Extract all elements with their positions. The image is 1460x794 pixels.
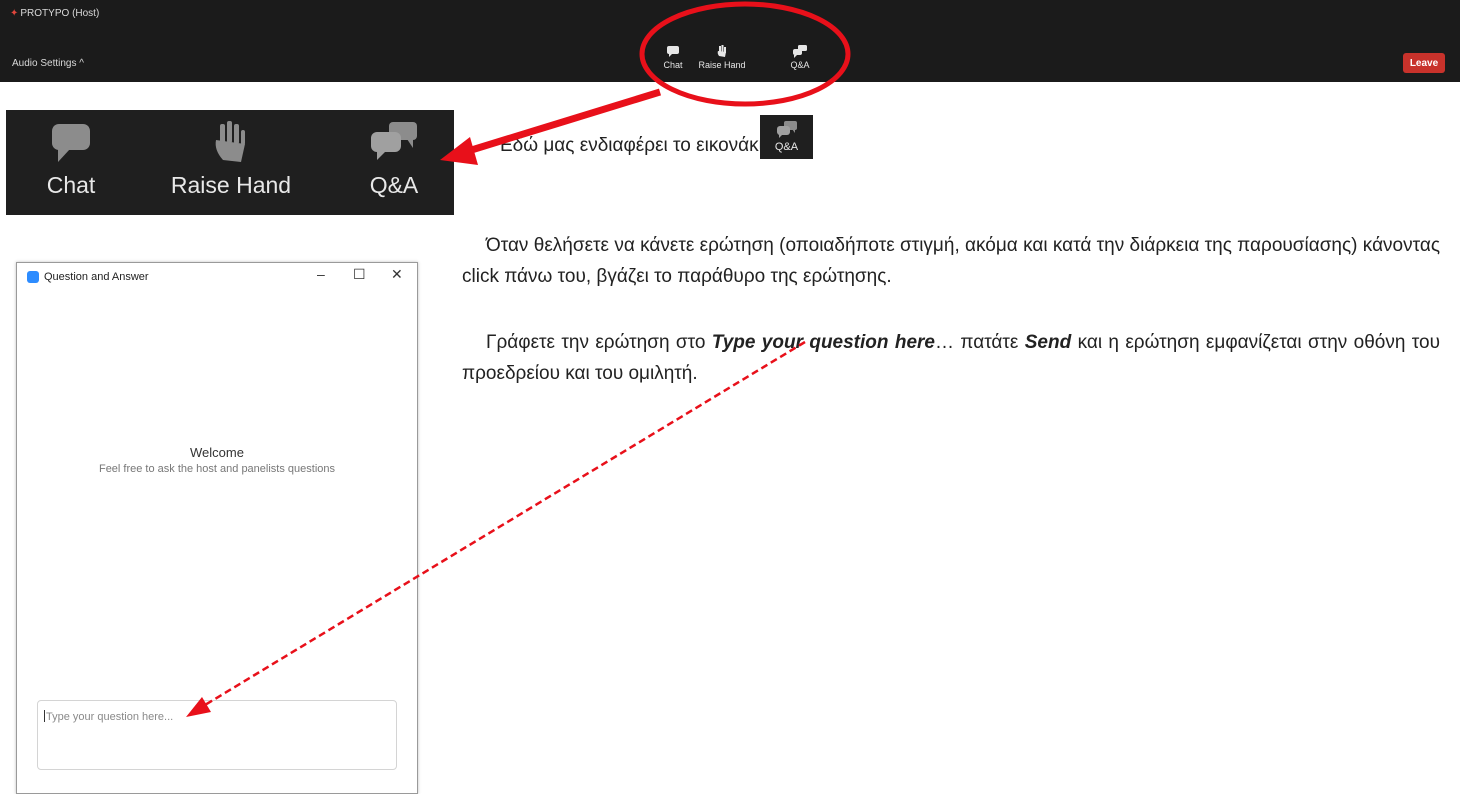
- send-emphasis: Send: [1024, 332, 1072, 353]
- close-button[interactable]: ✕: [391, 266, 403, 283]
- mic-off-icon: ✦: [10, 8, 19, 19]
- raise-hand-button[interactable]: Raise Hand: [692, 45, 752, 70]
- qa-bubbles-icon: [776, 121, 797, 138]
- zoomed-raise-hand-button: Raise Hand: [166, 120, 296, 199]
- qa-bubbles-icon: [371, 122, 417, 160]
- text-caret: [44, 710, 45, 722]
- inline-qa-icon: Q&A: [760, 115, 813, 159]
- zoomed-qa-button: Q&A: [354, 120, 434, 199]
- minimize-button[interactable]: –: [317, 266, 325, 282]
- qa-bubbles-icon: [793, 45, 807, 58]
- zoom-app-icon: [27, 271, 39, 283]
- instruction-heading: Εδώ μας ενδιαφέρει το εικονάκι: [500, 135, 763, 156]
- qa-button[interactable]: Q&A: [770, 45, 830, 70]
- chat-bubble-icon: [52, 124, 90, 162]
- instruction-paragraph-2: Γράφετε την ερώτηση στο Type your questi…: [462, 332, 1440, 384]
- welcome-title: Welcome: [190, 445, 244, 460]
- instruction-paragraph-1: Όταν θελήσετε να κάνετε ερώτηση (οποιαδή…: [462, 235, 1440, 287]
- maximize-button[interactable]: ☐: [353, 266, 366, 283]
- leave-button[interactable]: Leave: [1403, 53, 1445, 73]
- type-question-emphasis: Type your question here: [711, 332, 935, 353]
- welcome-subtitle: Feel free to ask the host and panelists …: [98, 463, 336, 475]
- zoomed-toolbar: Chat Raise Hand Q&A: [6, 110, 454, 215]
- host-name: ✦ PROTYPO (Host): [10, 8, 100, 19]
- chat-bubble-icon: [667, 46, 679, 57]
- raised-hand-icon: [215, 121, 245, 162]
- qa-window: Question and Answer – ☐ ✕ Welcome Feel f…: [16, 262, 418, 794]
- qa-window-title: Question and Answer: [27, 271, 149, 283]
- question-input[interactable]: Type your question here...: [37, 700, 397, 770]
- zoomed-chat-button: Chat: [31, 120, 111, 199]
- meeting-toolbar: ✦ PROTYPO (Host) Audio Settings ^ Chat Ra…: [0, 0, 1460, 82]
- raised-hand-icon: [717, 45, 726, 57]
- audio-settings-button[interactable]: Audio Settings ^: [12, 58, 84, 69]
